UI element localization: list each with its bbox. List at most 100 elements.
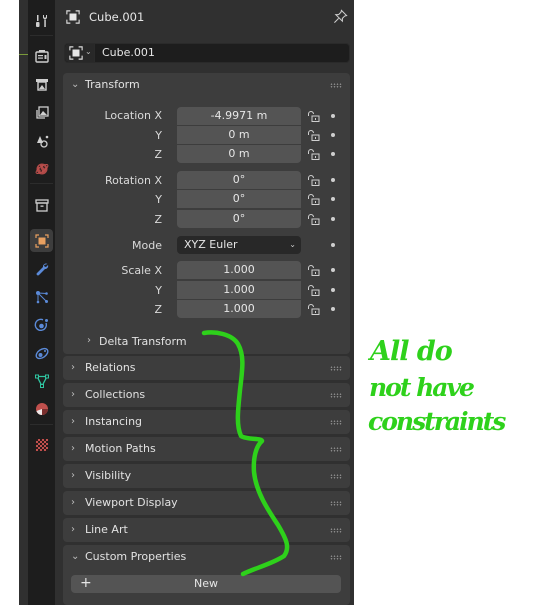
view-layer-icon	[35, 105, 49, 119]
scale-z-field[interactable]: 1.000	[177, 300, 301, 318]
location-x-keyframe-dot[interactable]	[331, 114, 335, 118]
rotation-z-field[interactable]: 0°	[177, 210, 301, 228]
rotation-y-keyframe-dot[interactable]	[331, 197, 335, 201]
scale-y-lock-icon[interactable]	[307, 284, 321, 297]
annotation-line-1: All do	[367, 336, 453, 367]
collection-icon	[34, 198, 49, 212]
drag-grip-icon[interactable]	[330, 528, 342, 533]
scale-x-keyframe-dot[interactable]	[331, 268, 335, 272]
tab-separator	[30, 424, 53, 425]
tab-view-layer[interactable]	[30, 101, 53, 124]
panel-title: Visibility	[85, 469, 132, 482]
tab-separator	[30, 183, 53, 184]
location-y-lock-icon[interactable]	[307, 129, 321, 142]
panel-motion-paths-header[interactable]: › Motion Paths	[63, 437, 350, 461]
panel-visibility-header[interactable]: › Visibility	[63, 464, 350, 488]
drag-grip-icon[interactable]	[330, 83, 342, 88]
scale-y-keyframe-dot[interactable]	[331, 288, 335, 292]
rotation-z-lock-icon[interactable]	[307, 213, 321, 226]
location-y-keyframe-dot[interactable]	[331, 133, 335, 137]
tab-collection[interactable]	[30, 193, 53, 216]
rotation-mode-label: Mode	[132, 239, 162, 252]
output-icon	[35, 78, 48, 91]
location-x-field[interactable]: -4.9971 m	[177, 107, 301, 125]
rotation-x-keyframe-dot[interactable]	[331, 178, 335, 182]
drag-grip-icon[interactable]	[330, 501, 342, 506]
pin-icon[interactable]	[333, 9, 348, 24]
tab-tool[interactable]	[30, 9, 53, 32]
panel-viewport-display: › Viewport Display	[63, 491, 350, 515]
location-y-label: Y	[155, 129, 162, 142]
mesh-data-icon	[34, 374, 49, 388]
object-datablock-selector[interactable]: ⌄ Cube.001	[64, 43, 350, 63]
tab-physics[interactable]	[30, 313, 53, 336]
tab-modifiers[interactable]	[30, 257, 53, 280]
properties-tab-bar	[28, 0, 55, 605]
panel-line-art: › Line Art	[63, 518, 350, 542]
tab-scene[interactable]	[30, 129, 53, 152]
drag-grip-icon[interactable]	[330, 420, 342, 425]
panel-relations: › Relations	[63, 356, 350, 380]
rotation-y-lock-icon[interactable]	[307, 193, 321, 206]
tab-world[interactable]	[30, 157, 53, 180]
panel-viewport-display-header[interactable]: › Viewport Display	[63, 491, 350, 515]
chevron-right-icon: ›	[71, 470, 75, 481]
rotation-mode-keyframe-dot[interactable]	[331, 243, 335, 247]
panel-title: Transform	[85, 78, 140, 91]
rotation-y-label: Y	[155, 193, 162, 206]
tab-object[interactable]	[30, 229, 53, 252]
object-name-field[interactable]: Cube.001	[102, 46, 155, 59]
panel-title: Viewport Display	[85, 496, 178, 509]
location-z-field[interactable]: 0 m	[177, 145, 301, 163]
new-button-label: New	[194, 577, 218, 590]
tab-material[interactable]	[30, 397, 53, 420]
context-object-name: Cube.001	[89, 10, 145, 24]
panel-collections-header[interactable]: › Collections	[63, 383, 350, 407]
add-custom-property-button[interactable]: + New	[71, 575, 341, 593]
scale-y-field[interactable]: 1.000	[177, 281, 301, 299]
rotation-y-field[interactable]: 0°	[177, 190, 301, 208]
datablock-type-dropdown[interactable]: ⌄	[65, 44, 95, 62]
drag-grip-icon[interactable]	[330, 555, 342, 560]
tab-texture[interactable]	[30, 433, 53, 456]
scale-x-label: Scale X	[121, 264, 162, 277]
scale-y-label: Y	[155, 284, 162, 297]
panel-custom-properties-header[interactable]: ⌄ Custom Properties	[63, 545, 350, 569]
drag-grip-icon[interactable]	[330, 474, 342, 479]
subpanel-delta-transform[interactable]: › Delta Transform	[63, 330, 350, 352]
panel-transform-header[interactable]: ⌄ Transform	[63, 73, 350, 97]
physics-icon	[34, 318, 48, 331]
scale-z-lock-icon[interactable]	[307, 303, 321, 316]
chevron-right-icon: ›	[71, 362, 75, 373]
tab-constraints[interactable]	[30, 341, 53, 364]
chevron-right-icon: ›	[71, 443, 75, 454]
annotation-line-2: not have	[369, 373, 474, 402]
object-icon	[34, 233, 49, 248]
location-x-lock-icon[interactable]	[307, 110, 321, 123]
tab-output[interactable]	[30, 72, 53, 95]
chevron-right-icon: ›	[71, 416, 75, 427]
rotation-mode-select[interactable]: XYZ Euler ⌄	[177, 236, 301, 254]
panel-line-art-header[interactable]: › Line Art	[63, 518, 350, 542]
viewport-edge-marker	[19, 54, 28, 55]
tab-render[interactable]	[30, 44, 53, 67]
panel-instancing-header[interactable]: › Instancing	[63, 410, 350, 434]
rotation-x-field[interactable]: 0°	[177, 171, 301, 189]
location-z-lock-icon[interactable]	[307, 148, 321, 161]
rotation-x-lock-icon[interactable]	[307, 174, 321, 187]
tab-mesh-data[interactable]	[30, 369, 53, 392]
panel-title: Custom Properties	[85, 550, 187, 563]
drag-grip-icon[interactable]	[330, 366, 342, 371]
drag-grip-icon[interactable]	[330, 447, 342, 452]
scale-z-keyframe-dot[interactable]	[331, 307, 335, 311]
drag-grip-icon[interactable]	[330, 393, 342, 398]
scale-x-field[interactable]: 1.000	[177, 261, 301, 279]
texture-icon	[35, 438, 48, 451]
rotation-z-keyframe-dot[interactable]	[331, 217, 335, 221]
tab-particles[interactable]	[30, 285, 53, 308]
panel-relations-header[interactable]: › Relations	[63, 356, 350, 380]
panel-transform: ⌄ Transform Location X Y Z -4.9971 m 0 m…	[63, 73, 350, 354]
location-z-keyframe-dot[interactable]	[331, 152, 335, 156]
location-y-field[interactable]: 0 m	[177, 126, 301, 144]
scale-x-lock-icon[interactable]	[307, 264, 321, 277]
